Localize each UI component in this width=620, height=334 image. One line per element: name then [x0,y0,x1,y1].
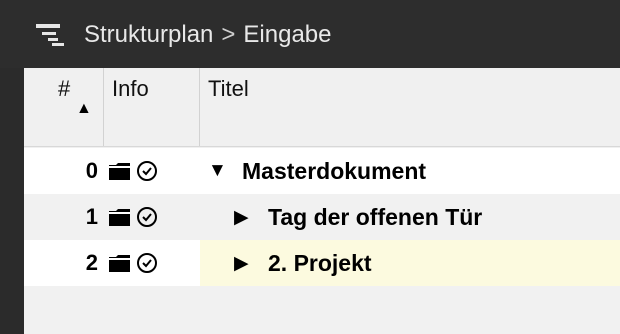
column-header-title[interactable]: Titel [200,68,620,146]
disclosure-triangle-collapsed-icon[interactable]: ▶ [234,252,249,275]
row-title-cell: ▶ 2. Projekt [200,240,620,286]
column-header-number[interactable]: # ▲ [24,68,104,146]
table-row[interactable]: 0 ▼ Masterdokument [24,148,620,194]
row-number: 2 [85,250,98,275]
folder-icon [109,209,130,226]
clock-icon [137,253,157,273]
row-title-cell: ▶ Tag der offenen Tür [200,194,620,240]
empty-row [24,286,620,334]
folder-icon [109,255,130,272]
row-title-cell: ▼ Masterdokument [200,148,620,194]
outline-structure-icon[interactable] [36,24,70,46]
column-header-info[interactable]: Info [104,68,200,146]
breadcrumb: Strukturplan > Eingabe [84,18,332,52]
column-header-info-label: Info [112,76,149,101]
row-info [108,252,158,274]
clock-icon [137,161,157,181]
outline-table: # ▲ Info Titel 0 ▼ Masterdokument 1 ▶ Ta… [24,68,620,334]
table-row[interactable]: 1 ▶ Tag der offenen Tür [24,194,620,240]
row-title[interactable]: 2. Projekt [268,240,372,286]
left-gutter [0,68,24,300]
sort-ascending-icon: ▲ [76,100,92,117]
breadcrumb-separator: > [221,21,236,48]
row-title[interactable]: Tag der offenen Tür [268,194,482,240]
row-info [108,206,158,228]
table-row-selected[interactable]: 2 ▶ 2. Projekt [24,240,620,286]
column-header-title-label: Titel [208,76,249,101]
folder-icon [109,163,130,180]
row-number: 1 [85,204,98,229]
disclosure-triangle-expanded-icon[interactable]: ▼ [208,160,227,182]
row-title[interactable]: Masterdokument [242,148,426,194]
table-header: # ▲ Info Titel [24,68,620,147]
breadcrumb-item-strukturplan[interactable]: Strukturplan [84,21,213,49]
breadcrumb-item-eingabe[interactable]: Eingabe [243,21,331,49]
row-info [108,160,158,182]
clock-icon [137,207,157,227]
disclosure-triangle-collapsed-icon[interactable]: ▶ [234,206,249,229]
row-number: 0 [85,158,98,183]
titlebar: Strukturplan > Eingabe [0,0,620,68]
column-header-number-label: # [58,76,71,101]
table-body: 0 ▼ Masterdokument 1 ▶ Tag der offenen T… [24,148,620,334]
